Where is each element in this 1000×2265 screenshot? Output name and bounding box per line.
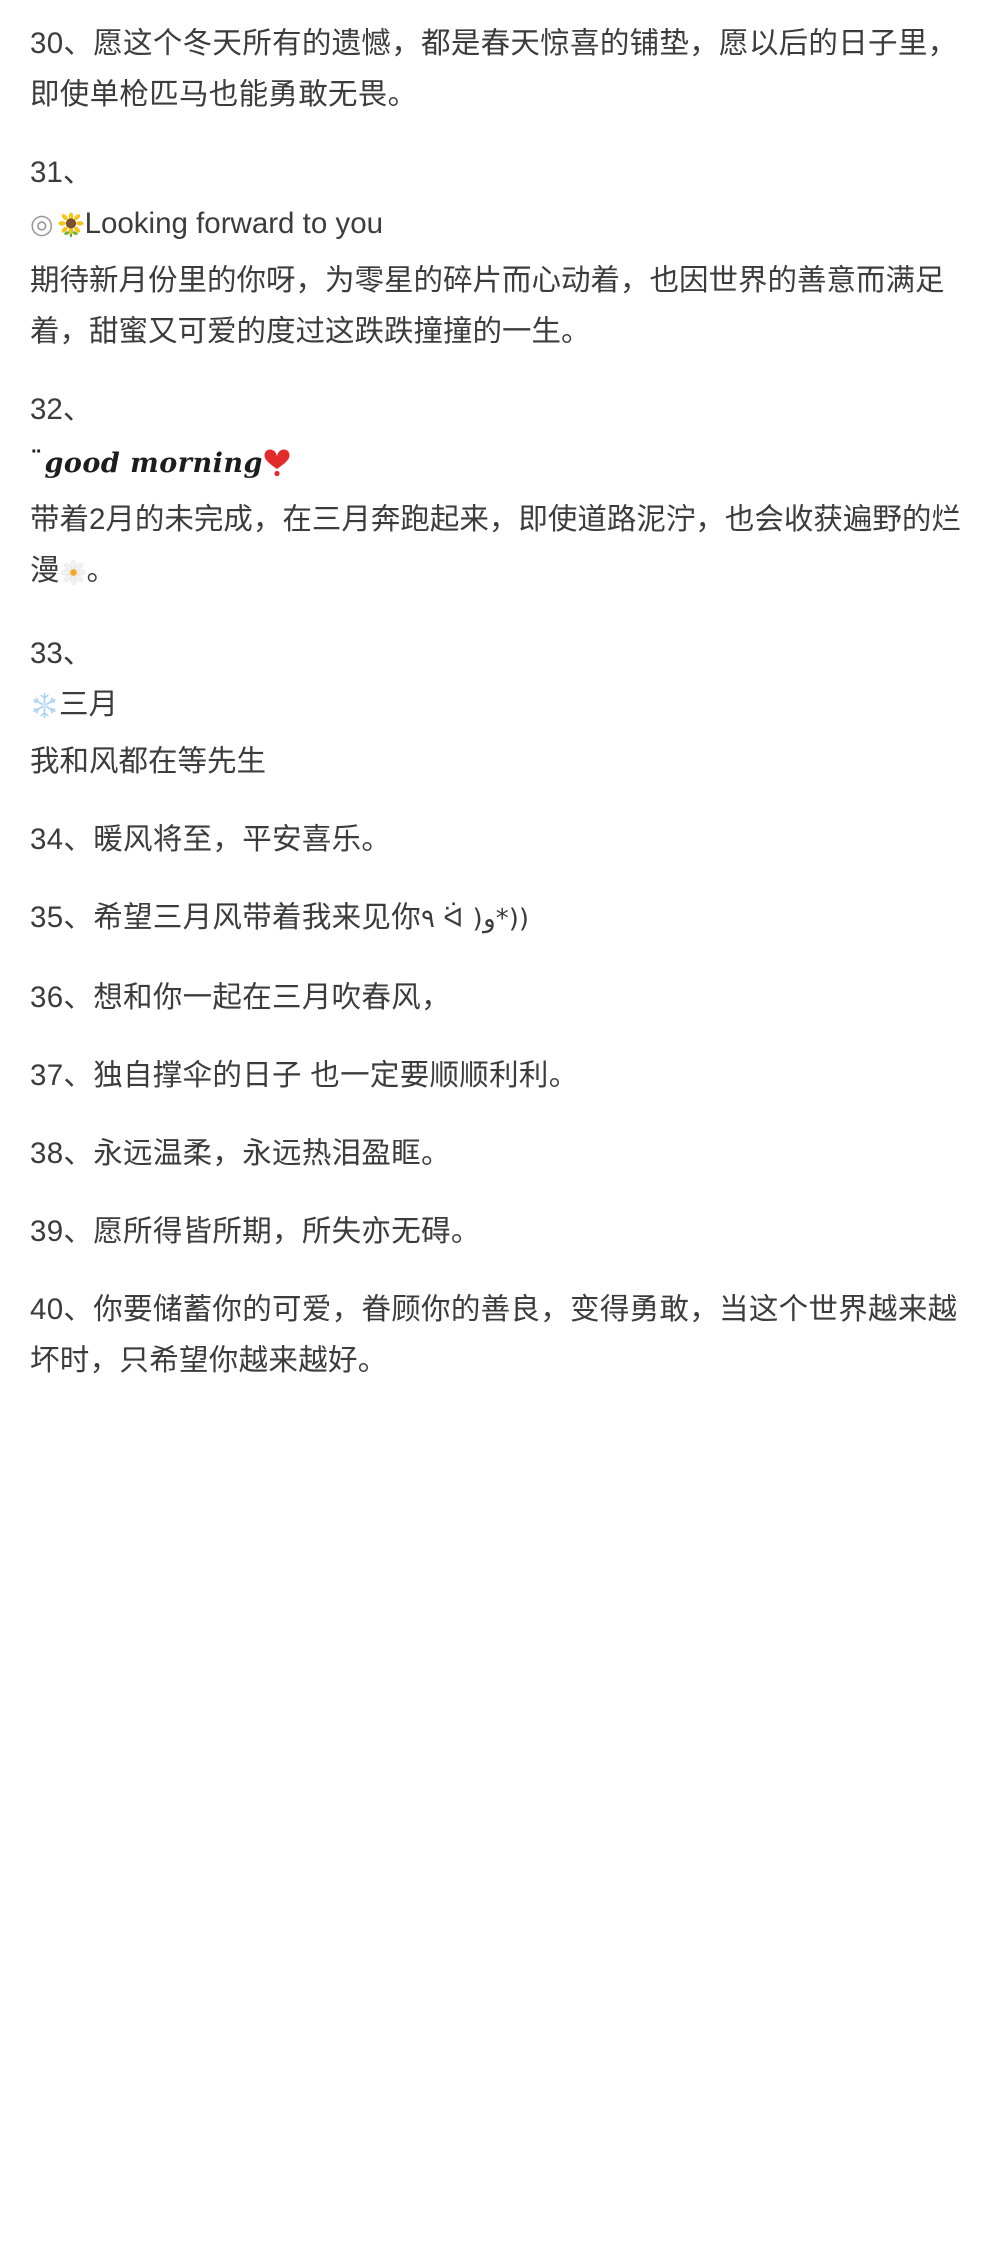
quote-number-31: 31、: [30, 156, 93, 189]
quote-text-body-35: 35、希望三月风带着我来见你: [30, 901, 422, 934]
document-page: 30、愿这个冬天所有的遗憾，都是春天惊喜的铺垫，愿以后的日子里，即使单枪匹马也能…: [0, 0, 1000, 2265]
quote-text-39: 39、愿所得皆所期，所失亦无碍。: [30, 1215, 481, 1248]
quote-text-trailing-32: 。: [86, 554, 117, 587]
quote-entry-30: 30、愿这个冬天所有的遗憾，都是春天惊喜的铺垫，愿以后的日子里，即使单枪匹马也能…: [30, 18, 966, 120]
quote-text-body-32: 带着2月的未完成，在三月奔跑起来，即使道路泥泞，也会收获遍野的烂漫: [30, 503, 961, 587]
quote-headline-script-32: good morning: [44, 448, 263, 479]
smiley-face-icon: ¨: [30, 446, 43, 475]
quote-entry-33: 33、 三月 我和风都在等先生: [30, 628, 966, 787]
quote-text-32: 带着2月的未完成，在三月奔跑起来，即使道路泥泞，也会收获遍野的烂漫。: [30, 494, 966, 601]
sunflower-icon: [58, 203, 84, 255]
quote-text-37: 37、独自撑伞的日子 也一定要顺顺利利。: [30, 1059, 579, 1092]
quote-entry-35: 35、希望三月风带着我来见你٩ ᐛ )و*)): [30, 892, 966, 945]
quote-text-40: 40、你要储蓄你的可爱，眷顾你的善良，变得勇敢，当这个世界越来越坏时，只希望你越…: [30, 1293, 958, 1377]
quote-entry-32: 32、 ¨good morning 带着2月的未完成，在三月奔跑起来，即使道路泥…: [30, 384, 966, 601]
snowflake-icon: [31, 684, 58, 736]
quote-headline-33: 三月: [30, 679, 966, 736]
quote-number-33: 33、: [30, 637, 93, 670]
quote-entry-40: 40、你要储蓄你的可爱，眷顾你的善良，变得勇敢，当这个世界越来越坏时，只希望你越…: [30, 1284, 966, 1386]
quote-entry-38: 38、永远温柔，永远热泪盈眶。: [30, 1128, 966, 1179]
daisy-icon: [60, 550, 86, 601]
quote-text-31: 期待新月份里的你呀，为零星的碎片而心动着，也因世界的善意而满足着，甜蜜又可爱的度…: [30, 264, 945, 348]
quote-text-34: 34、暖风将至，平安喜乐。: [30, 823, 392, 856]
quote-headline-31: ◎ Looking forward to you: [30, 198, 966, 255]
quote-number-32: 32、: [30, 393, 93, 426]
quote-entry-31: 31、 ◎ Looking forward to you 期待新月份里的你呀，为零…: [30, 147, 966, 357]
quote-entry-34: 34、暖风将至，平安喜乐。: [30, 814, 966, 865]
quote-headline-text-33: 三月: [59, 688, 119, 721]
ring-icon: ◎: [30, 209, 54, 239]
quote-entry-37: 37、独自撑伞的日子 也一定要顺顺利利。: [30, 1050, 966, 1101]
quote-entry-39: 39、愿所得皆所期，所失亦无碍。: [30, 1206, 966, 1257]
quote-text-35: 35、希望三月风带着我来见你٩ ᐛ )و*)): [30, 892, 966, 945]
quote-entry-36: 36、想和你一起在三月吹春风，: [30, 972, 966, 1023]
heart-icon: [264, 442, 290, 494]
quote-text-33: 我和风都在等先生: [30, 745, 267, 778]
kaomoji-icon: ٩ ᐛ )و*)): [421, 904, 530, 934]
quote-text-36: 36、想和你一起在三月吹春风，: [30, 981, 451, 1014]
quote-text-30: 30、愿这个冬天所有的遗憾，都是春天惊喜的铺垫，愿以后的日子里，即使单枪匹马也能…: [30, 27, 958, 111]
quote-headline-32: ¨good morning: [30, 435, 966, 494]
quote-headline-text-31: Looking forward to you: [84, 207, 384, 240]
quote-text-38: 38、永远温柔，永远热泪盈眶。: [30, 1137, 451, 1170]
